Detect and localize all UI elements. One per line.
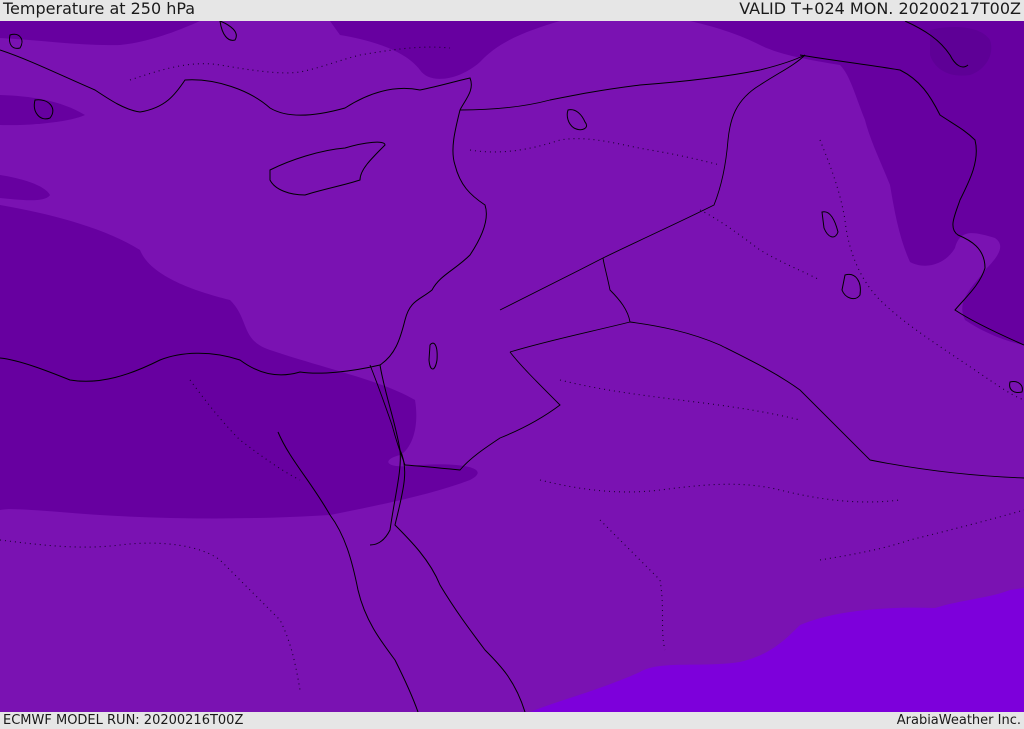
temperature-map[interactable]: [0, 21, 1024, 712]
footer-bar: ECMWF MODEL RUN: 20200216T00Z ArabiaWeat…: [0, 712, 1024, 729]
model-run-label: ECMWF MODEL RUN: 20200216T00Z: [3, 713, 244, 728]
valid-time-label: VALID T+024 MON. 20200217T00Z: [739, 0, 1021, 18]
credit-label: ArabiaWeather Inc.: [896, 713, 1021, 728]
map-canvas: [0, 21, 1024, 712]
map-title: Temperature at 250 hPa: [3, 0, 196, 18]
header-bar: Temperature at 250 hPa VALID T+024 MON. …: [0, 0, 1024, 21]
